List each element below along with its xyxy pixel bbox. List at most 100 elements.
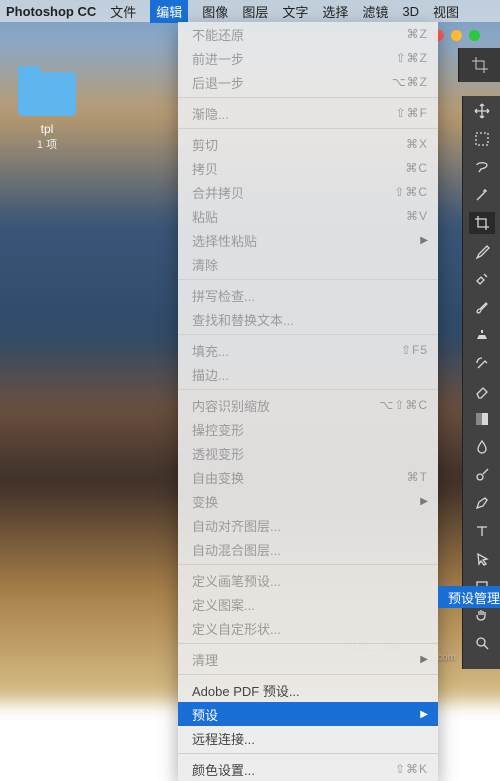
menu-item: 透视变形 — [178, 441, 438, 465]
menu-layer[interactable]: 图层 — [242, 2, 268, 21]
dodge-tool-icon[interactable] — [469, 464, 495, 486]
menu-item: 操控变形 — [178, 417, 438, 441]
menu-item: 定义图案... — [178, 592, 438, 616]
menu-item-label: 变换 — [192, 492, 414, 511]
crop-options-icon[interactable] — [458, 48, 500, 82]
magic-wand-tool-icon[interactable] — [469, 184, 495, 206]
menu-separator — [178, 753, 438, 754]
blur-tool-icon[interactable] — [469, 436, 495, 458]
menu-item-shortcut: ⌘C — [405, 161, 428, 175]
folder-name: tpl — [18, 122, 76, 136]
menu-item: 不能还原⌘Z — [178, 22, 438, 46]
zoom-tool-icon[interactable] — [469, 632, 495, 654]
menu-item-label: 颜色设置... — [192, 760, 395, 779]
menu-item: 渐隐...⇧⌘F — [178, 101, 438, 125]
eraser-tool-icon[interactable] — [469, 380, 495, 402]
menu-item-label: 粘贴 — [192, 207, 406, 226]
menu-item-shortcut: ⇧F5 — [401, 343, 428, 357]
path-selection-tool-icon[interactable] — [469, 548, 495, 570]
menu-item: 自由变换⌘T — [178, 465, 438, 489]
menu-item-label: 查找和替换文本... — [192, 310, 428, 329]
menu-item-label: 定义画笔预设... — [192, 571, 428, 590]
menu-item-shortcut: ⌥⌘Z — [392, 75, 428, 89]
menu-item: 自动混合图层... — [178, 537, 438, 561]
submenu-arrow-icon: ▶ — [420, 654, 428, 665]
submenu-arrow-icon: ▶ — [420, 235, 428, 246]
menu-edit[interactable]: 编辑 — [150, 0, 188, 23]
move-tool-icon[interactable] — [469, 100, 495, 122]
desktop-folder[interactable]: tpl 1 项 — [18, 72, 76, 152]
menu-item-label: 定义图案... — [192, 595, 428, 614]
menubar: Photoshop CC 文件 编辑 图像 图层 文字 选择 滤镜 3D 视图 — [0, 0, 500, 22]
menu-item-label: 选择性粘贴 — [192, 231, 414, 250]
menu-item-label: 后退一步 — [192, 73, 392, 92]
menu-item-label: 拷贝 — [192, 159, 405, 178]
menu-item[interactable]: 远程连接... — [178, 726, 438, 750]
menu-separator — [178, 128, 438, 129]
zoom-button[interactable] — [469, 30, 480, 41]
menu-item: 查找和替换文本... — [178, 307, 438, 331]
folder-icon — [18, 72, 76, 116]
brush-tool-icon[interactable] — [469, 296, 495, 318]
menu-item-label: 透视变形 — [192, 444, 428, 463]
menu-separator — [178, 564, 438, 565]
menu-separator — [178, 334, 438, 335]
menu-item-shortcut: ⇧⌘Z — [396, 51, 428, 65]
menu-item: 后退一步⌥⌘Z — [178, 70, 438, 94]
menu-item: 填充...⇧F5 — [178, 338, 438, 362]
menu-view[interactable]: 视图 — [433, 2, 459, 21]
type-tool-icon[interactable] — [469, 520, 495, 542]
menu-item: 清理 ▶ — [178, 647, 438, 671]
menu-item-label: 预设 — [192, 705, 414, 724]
menu-file[interactable]: 文件 — [110, 2, 136, 21]
minimize-button[interactable] — [451, 30, 462, 41]
menu-item: 选择性粘贴 ▶ — [178, 228, 438, 252]
menu-item-label: 拼写检查... — [192, 286, 428, 305]
pen-tool-icon[interactable] — [469, 492, 495, 514]
menu-image[interactable]: 图像 — [202, 2, 228, 21]
gradient-tool-icon[interactable] — [469, 408, 495, 430]
menu-item: 粘贴⌘V — [178, 204, 438, 228]
menu-3d[interactable]: 3D — [402, 4, 419, 19]
menu-item-label: 描边... — [192, 365, 428, 384]
menu-item-shortcut: ⌘T — [407, 470, 428, 484]
menu-item: 描边... — [178, 362, 438, 386]
eyedropper-tool-icon[interactable] — [469, 240, 495, 262]
menu-type[interactable]: 文字 — [282, 2, 308, 21]
tools-panel — [462, 96, 500, 669]
menu-item[interactable]: 颜色设置...⇧⌘K — [178, 757, 438, 781]
menu-item-label: 清理 — [192, 650, 414, 669]
crop-tool-icon[interactable] — [469, 212, 495, 234]
menu-item-label: 剪切 — [192, 135, 406, 154]
menu-item: 合并拷贝⇧⌘C — [178, 180, 438, 204]
menu-item-shortcut: ⌘X — [406, 137, 428, 151]
menu-item-label: 操控变形 — [192, 420, 428, 439]
menu-filter[interactable]: 滤镜 — [362, 2, 388, 21]
history-brush-tool-icon[interactable] — [469, 352, 495, 374]
menu-item: 定义自定形状... — [178, 616, 438, 640]
clone-stamp-tool-icon[interactable] — [469, 324, 495, 346]
menu-item-shortcut: ⇧⌘K — [395, 762, 428, 776]
menu-item: 前进一步⇧⌘Z — [178, 46, 438, 70]
menu-separator — [178, 389, 438, 390]
edit-dropdown: 不能还原⌘Z前进一步⇧⌘Z后退一步⌥⌘Z渐隐...⇧⌘F剪切⌘X拷贝⌘C合并拷贝… — [178, 22, 438, 781]
menu-item-shortcut: ⇧⌘C — [394, 185, 428, 199]
menu-item-shortcut: ⇧⌘F — [396, 106, 428, 120]
menu-item: 自动对齐图层... — [178, 513, 438, 537]
menu-select[interactable]: 选择 — [322, 2, 348, 21]
menu-item-label: 自动对齐图层... — [192, 516, 428, 535]
menu-item: 拷贝⌘C — [178, 156, 438, 180]
menu-item-shortcut: ⌘V — [406, 209, 428, 223]
lasso-tool-icon[interactable] — [469, 156, 495, 178]
menu-separator — [178, 279, 438, 280]
menu-item-shortcut: ⌥⇧⌘C — [379, 398, 428, 412]
menu-item: 拼写检查... — [178, 283, 438, 307]
menu-item[interactable]: Adobe PDF 预设... — [178, 678, 438, 702]
submenu-arrow-icon: ▶ — [420, 496, 428, 507]
marquee-tool-icon[interactable] — [469, 128, 495, 150]
menu-item[interactable]: 预设▶ — [178, 702, 438, 726]
folder-subtitle: 1 项 — [18, 136, 76, 152]
healing-brush-tool-icon[interactable] — [469, 268, 495, 290]
presets-submenu-item[interactable]: 预设管理器... — [438, 586, 500, 608]
menu-item: 定义画笔预设... — [178, 568, 438, 592]
